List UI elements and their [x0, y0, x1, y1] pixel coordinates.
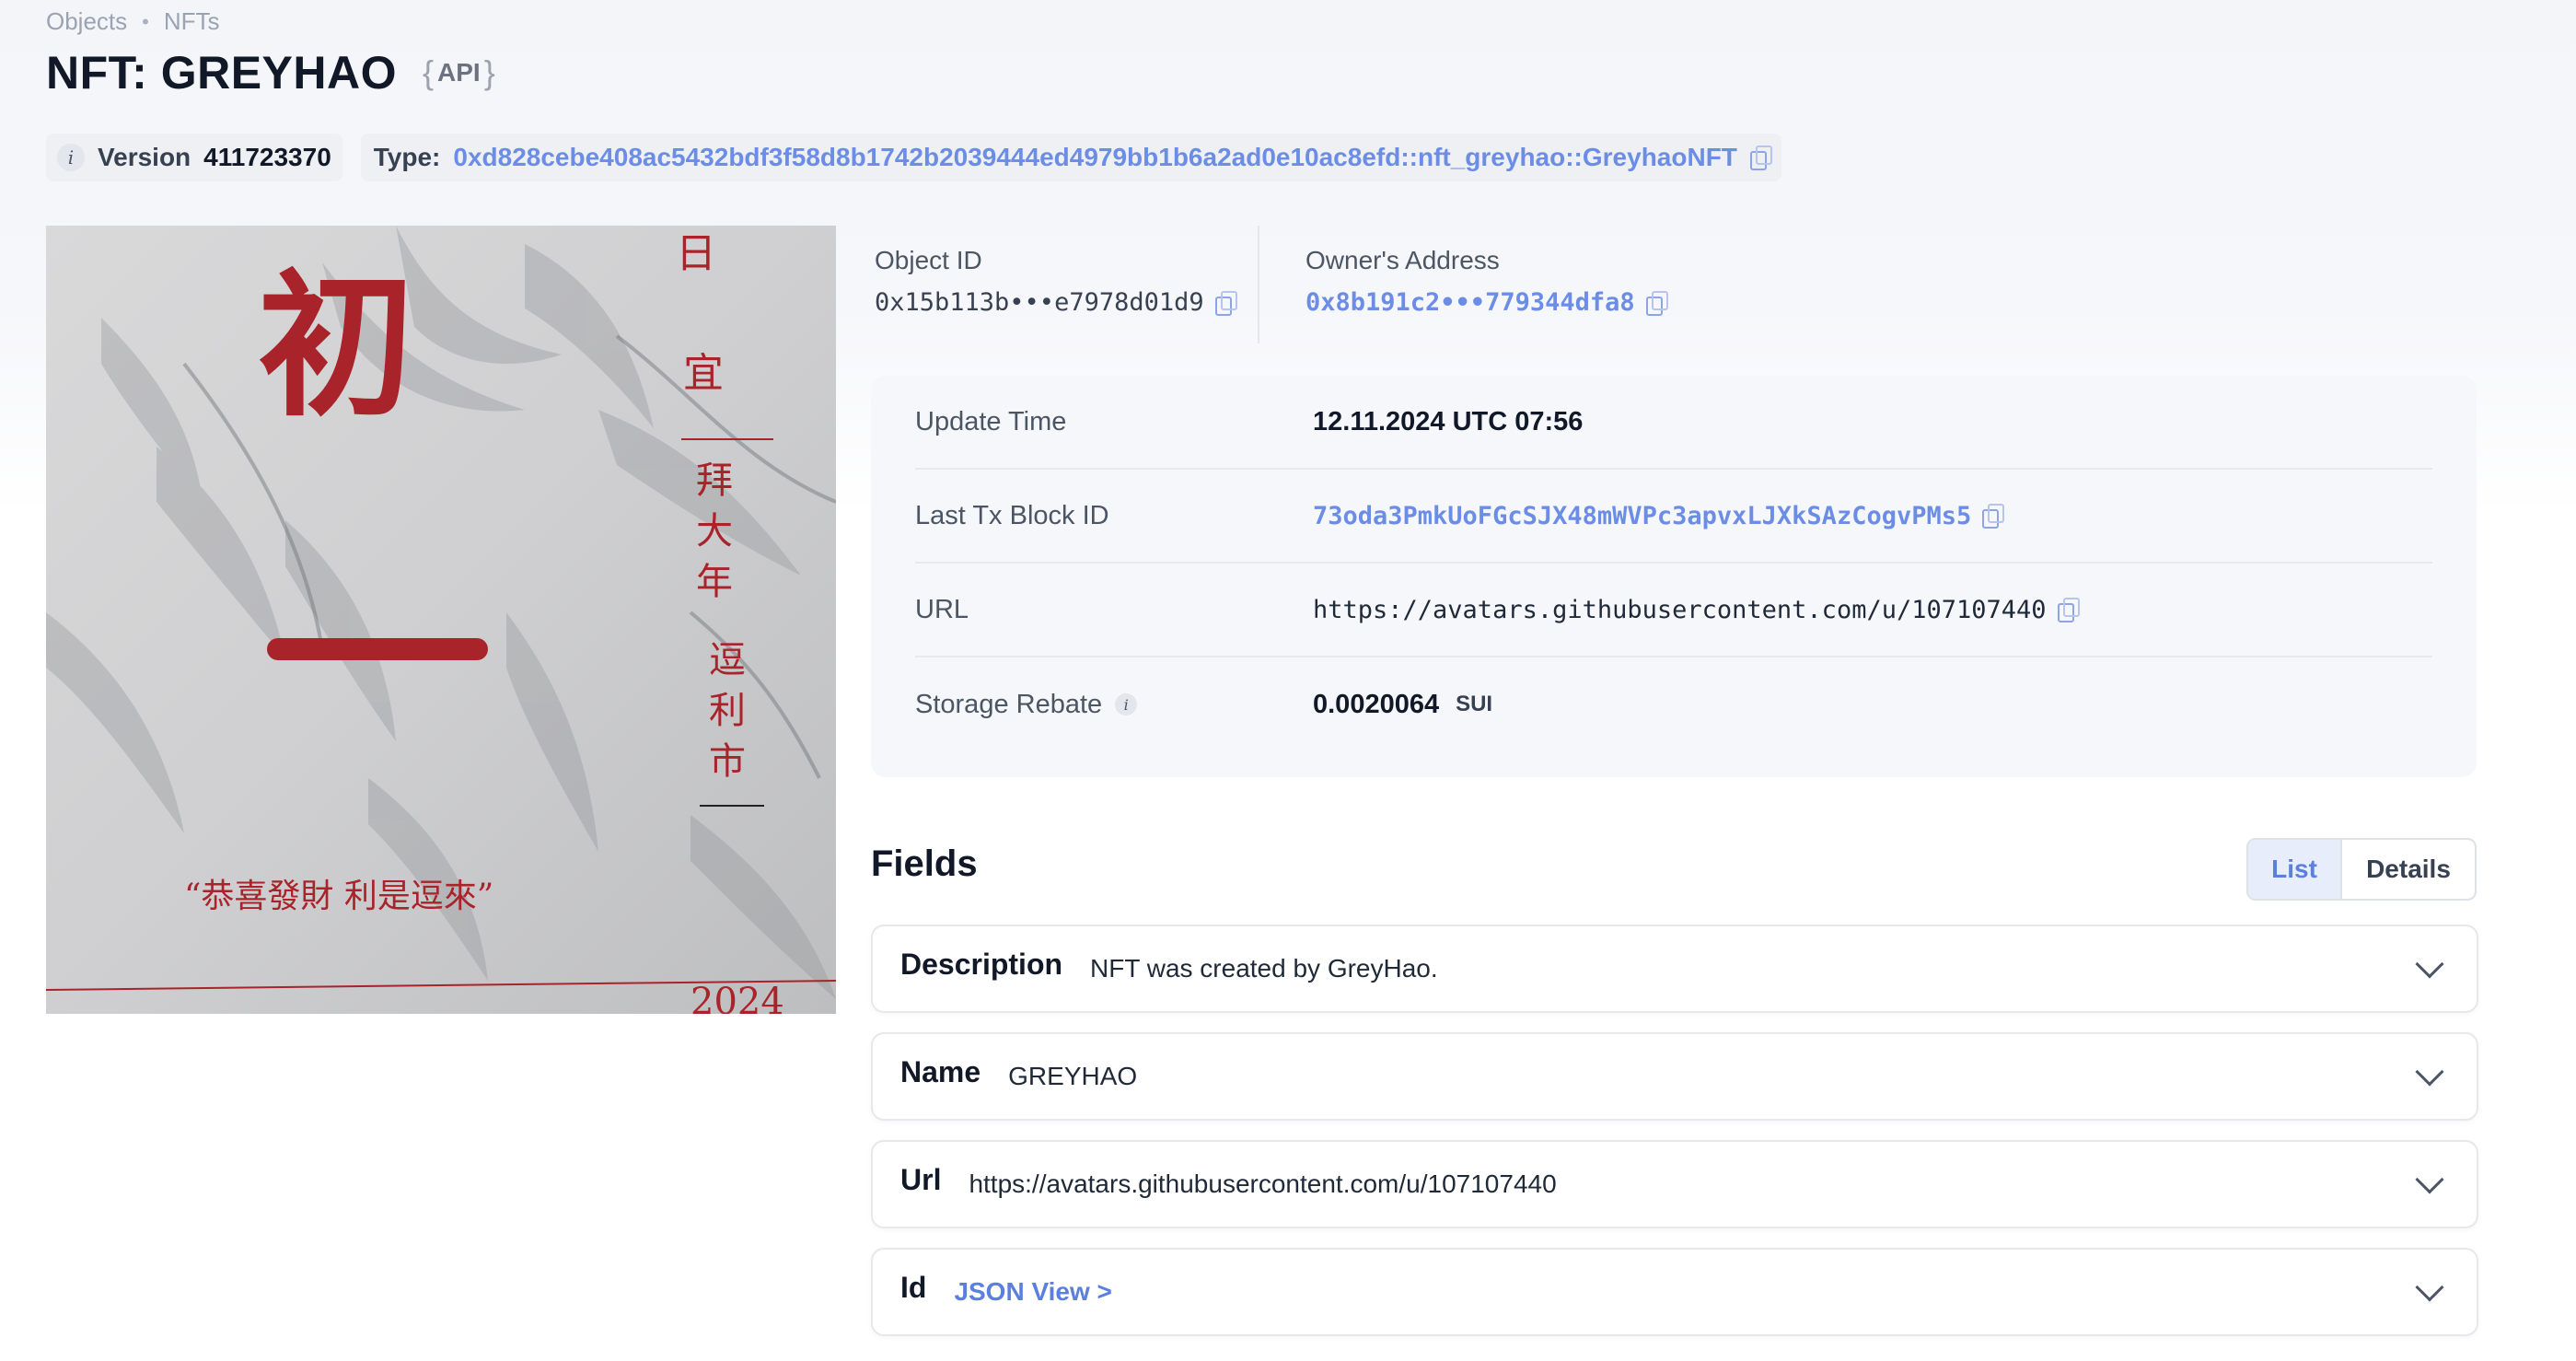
version-chip: i Version 411723370 — [46, 134, 342, 181]
nft-image: 初 日 宜 拜 大 年 逗 利 市 “恭喜發財 利是逗來” 2024 — [46, 226, 836, 1014]
page-title: NFT: GREYHAO — [46, 47, 397, 99]
svg-text:大: 大 — [696, 510, 733, 553]
breadcrumb: Objects • NFTs — [46, 7, 220, 36]
copy-icon[interactable] — [1982, 504, 2005, 529]
svg-text:利: 利 — [709, 690, 746, 732]
copy-icon[interactable] — [2057, 598, 2080, 622]
nft-glyph-chu: 初 — [258, 254, 414, 438]
object-meta-chips: i Version 411723370 Type: 0xd828cebe408a… — [46, 134, 1781, 181]
svg-text:市: 市 — [709, 740, 746, 783]
breadcrumb-separator: • — [142, 9, 149, 33]
api-link[interactable]: { API } — [423, 53, 495, 92]
view-list-button[interactable]: List — [2248, 840, 2342, 899]
url-row: https://avatars.githubusercontent.com/u/… — [1313, 595, 2080, 624]
owner-address-block: Owner's Address 0x8b191c2•••779344dfa8 — [1259, 226, 1668, 343]
object-ids: Object ID 0x15b113b•••e7978d01d9 Owner's… — [871, 226, 1668, 343]
version-label: Version — [98, 143, 191, 171]
storage-rebate-label: Storage Rebate — [915, 689, 1103, 719]
field-description[interactable]: Description NFT was created by GreyHao. — [871, 925, 2478, 1013]
object-id-block: Object ID 0x15b113b•••e7978d01d9 — [871, 226, 1259, 343]
type-value-link[interactable]: 0xd828cebe408ac5432bdf3f58d8b1742b203944… — [453, 143, 1737, 172]
field-value: https://avatars.githubusercontent.com/u/… — [969, 1169, 1557, 1198]
storage-rebate-value: 0.0020064 — [1313, 689, 1440, 719]
owner-address-link[interactable]: 0x8b191c2•••779344dfa8 — [1305, 288, 1635, 317]
object-details-panel: Update Time 12.11.2024 UTC 07:56 Last Tx… — [871, 376, 2477, 777]
detail-row-storage-rebate: Storage Rebate i 0.0020064 SUI — [915, 657, 2432, 751]
api-brace-close: } — [483, 53, 495, 91]
chevron-down-icon[interactable] — [2415, 949, 2444, 979]
last-tx-row: 73oda3PmkUoFGcSJX48mWVPc3apvxLJXkSAzCogv… — [1313, 502, 2005, 530]
field-name[interactable]: Name GREYHAO — [871, 1032, 2478, 1121]
json-view-link[interactable]: JSON View > — [954, 1277, 2419, 1307]
version-value: 411723370 — [203, 143, 331, 171]
field-key: Description — [900, 947, 1063, 981]
owner-address-label: Owner's Address — [1305, 246, 1500, 274]
svg-text:日: 日 — [676, 230, 716, 277]
field-key: Id — [900, 1270, 927, 1304]
svg-text:年: 年 — [696, 561, 733, 603]
fields-heading: Fields — [871, 843, 978, 884]
copy-icon[interactable] — [1645, 290, 1668, 316]
chevron-down-icon[interactable] — [2415, 1165, 2444, 1194]
type-label: Type: — [373, 143, 441, 171]
object-id-label: Object ID — [875, 246, 982, 274]
svg-text:拜: 拜 — [696, 459, 733, 502]
view-details-button[interactable]: Details — [2342, 840, 2475, 899]
api-label: API — [437, 58, 481, 87]
detail-row-url: URL https://avatars.githubusercontent.co… — [915, 564, 2432, 657]
svg-text:宜: 宜 — [683, 350, 724, 397]
breadcrumb-objects[interactable]: Objects — [46, 7, 127, 36]
chevron-down-icon[interactable] — [2415, 1273, 2444, 1302]
field-key: Name — [900, 1054, 981, 1088]
title-row: NFT: GREYHAO { API } — [46, 46, 495, 99]
api-brace-open: { — [423, 53, 435, 91]
type-chip: Type: 0xd828cebe408ac5432bdf3f58d8b1742b… — [360, 134, 1781, 181]
storage-rebate-key: Storage Rebate i — [915, 690, 1313, 720]
field-url[interactable]: Url https://avatars.githubusercontent.co… — [871, 1140, 2478, 1228]
fields-view-toggle: List Details — [2246, 838, 2477, 901]
field-value: NFT was created by GreyHao. — [1090, 954, 1438, 983]
breadcrumb-nfts[interactable]: NFTs — [164, 7, 220, 36]
field-key: Url — [900, 1162, 942, 1196]
info-icon[interactable]: i — [57, 144, 85, 171]
field-id[interactable]: Id JSON View > — [871, 1248, 2478, 1336]
url-label: URL — [915, 594, 969, 624]
nft-glyph-yi — [267, 638, 488, 660]
object-id-row: 0x15b113b•••e7978d01d9 — [875, 288, 1258, 317]
detail-row-update-time: Update Time 12.11.2024 UTC 07:56 — [915, 376, 2432, 470]
owner-address-row: 0x8b191c2•••779344dfa8 — [1305, 288, 1668, 317]
svg-text:逗: 逗 — [709, 639, 746, 681]
url-value: https://avatars.githubusercontent.com/u/… — [1313, 595, 2047, 624]
object-id-value: 0x15b113b•••e7978d01d9 — [875, 288, 1204, 317]
last-tx-link[interactable]: 73oda3PmkUoFGcSJX48mWVPc3apvxLJXkSAzCogv… — [1313, 502, 1971, 530]
info-icon[interactable]: i — [1115, 693, 1138, 715]
update-time-value: 12.11.2024 UTC 07:56 — [1313, 406, 1584, 436]
storage-rebate-unit: SUI — [1456, 692, 1493, 716]
svg-text:“恭喜發財 利是逗來”: “恭喜發財 利是逗來” — [184, 878, 493, 915]
storage-rebate-row: 0.0020064 SUI — [1313, 690, 1492, 720]
update-time-label: Update Time — [915, 406, 1067, 436]
field-value: GREYHAO — [1008, 1062, 1138, 1090]
svg-text:2024: 2024 — [690, 981, 784, 1014]
copy-icon[interactable] — [1749, 145, 1772, 170]
last-tx-label: Last Tx Block ID — [915, 500, 1109, 530]
chevron-down-icon[interactable] — [2415, 1057, 2444, 1087]
detail-row-last-tx: Last Tx Block ID 73oda3PmkUoFGcSJX48mWVP… — [915, 470, 2432, 564]
copy-icon[interactable] — [1214, 290, 1237, 316]
